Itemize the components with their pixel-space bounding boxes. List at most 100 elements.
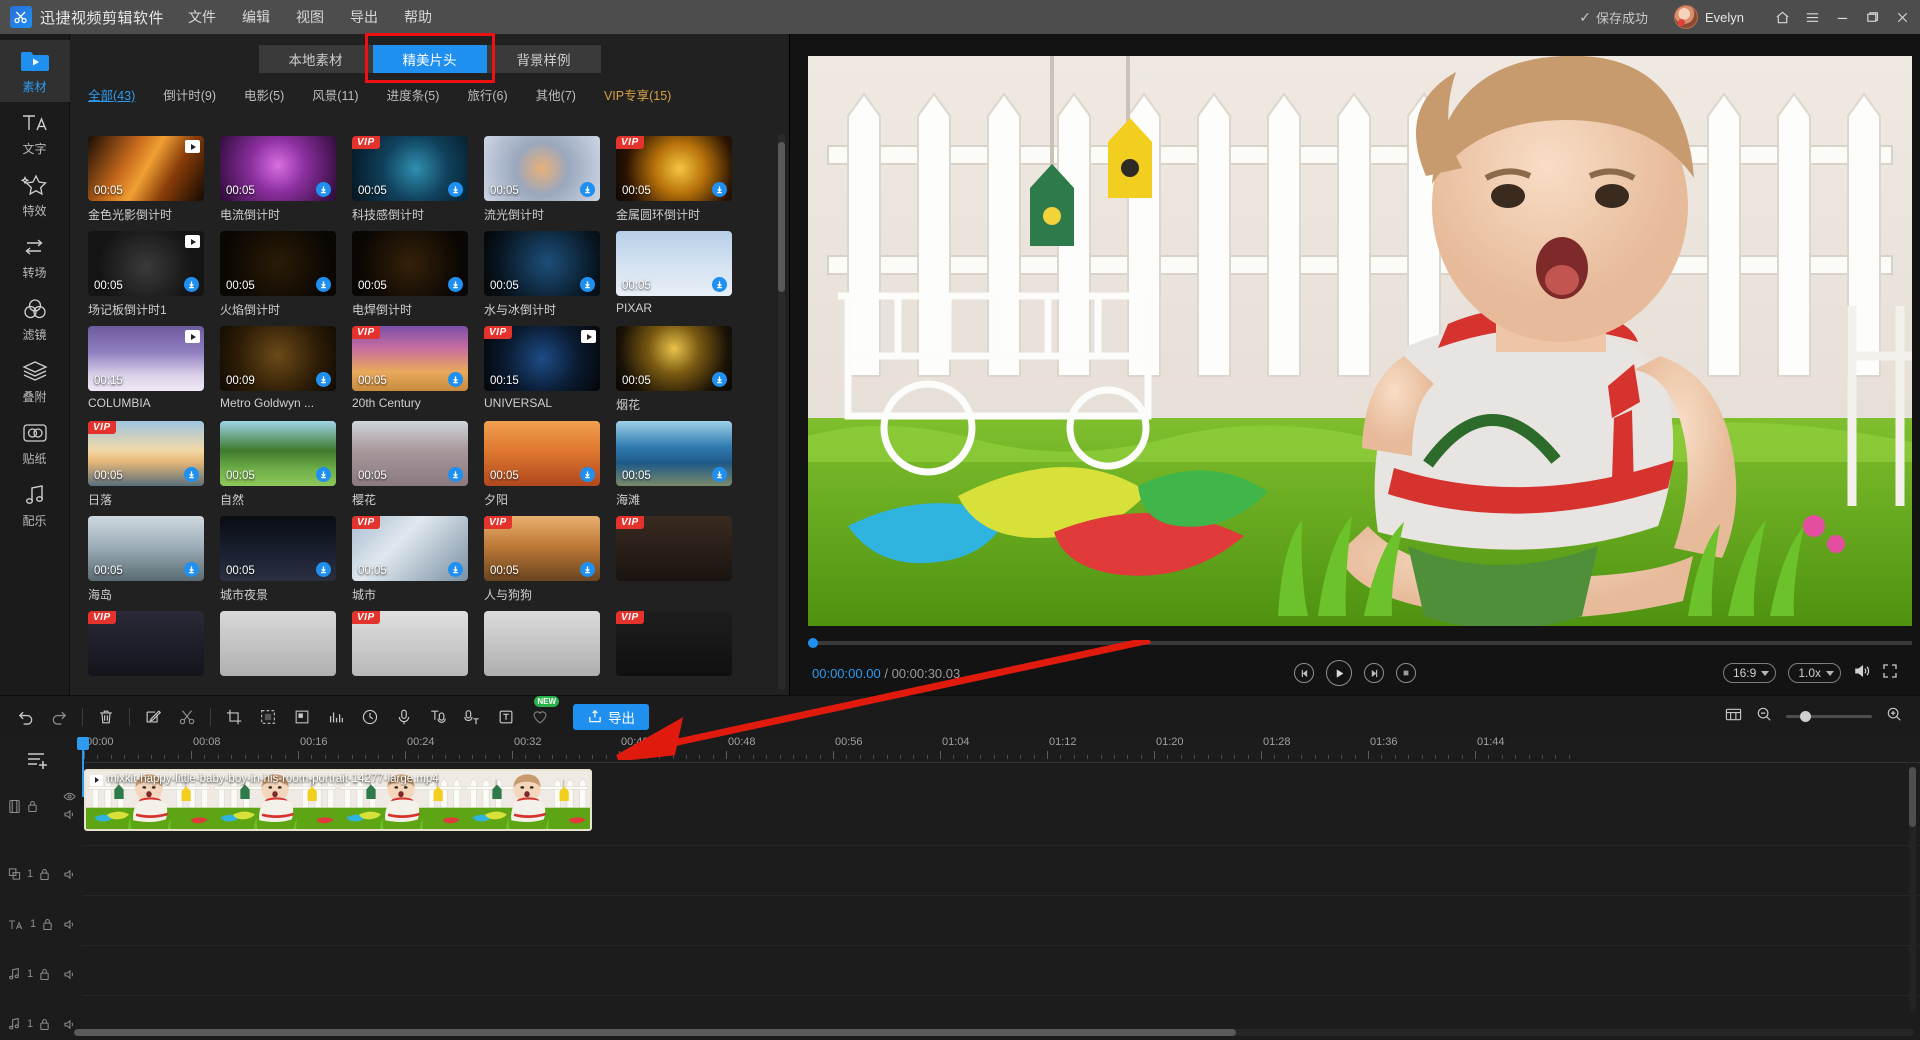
zoom-in-icon[interactable] xyxy=(1886,706,1902,727)
material-thumbnail[interactable]: VIP 00:05 xyxy=(352,516,468,581)
material-thumbnail[interactable]: VIP 00:05 xyxy=(616,136,732,201)
sidebar-item-text[interactable]: 文字 xyxy=(0,102,70,164)
category-movie[interactable]: 电影(5) xyxy=(244,85,284,104)
watermark-button[interactable] xyxy=(285,702,319,732)
material-thumbnail[interactable]: 00:09 xyxy=(220,326,336,391)
category-countdown[interactable]: 倒计时(9) xyxy=(163,85,216,104)
download-icon[interactable] xyxy=(448,562,463,577)
edit-button[interactable] xyxy=(136,702,170,732)
material-thumbnail[interactable]: VIP 00:05 xyxy=(484,516,600,581)
material-thumbnail[interactable]: VIP 00:05 xyxy=(352,326,468,391)
timeline-zoom-slider[interactable] xyxy=(1786,711,1872,722)
download-icon[interactable] xyxy=(316,467,331,482)
material-thumbnail[interactable]: VIP 00:05 xyxy=(352,136,468,201)
timeline-horizontal-scrollbar[interactable] xyxy=(74,1029,1914,1036)
speaker-icon[interactable] xyxy=(63,809,76,820)
menu-help[interactable]: 帮助 xyxy=(402,4,434,30)
aspect-ratio-select[interactable]: 16:9 xyxy=(1722,663,1777,683)
preview-seek-bar[interactable] xyxy=(808,638,1912,648)
play-preview-icon[interactable] xyxy=(185,235,200,248)
download-icon[interactable] xyxy=(184,277,199,292)
sidebar-item-sticker[interactable]: 贴纸 xyxy=(0,412,70,474)
material-card[interactable]: 00:05 水与冰倒计时 xyxy=(484,231,600,318)
material-card[interactable] xyxy=(484,611,600,681)
material-thumbnail[interactable]: VIP 00:05 xyxy=(88,421,204,486)
download-icon[interactable] xyxy=(316,562,331,577)
menu-export[interactable]: 导出 xyxy=(348,4,380,30)
material-card[interactable]: VIP xyxy=(616,611,732,681)
subtitle-button[interactable] xyxy=(489,702,523,732)
download-icon[interactable] xyxy=(448,372,463,387)
material-card[interactable]: VIP xyxy=(352,611,468,681)
hamburger-menu-icon[interactable] xyxy=(1805,10,1820,25)
minimize-icon[interactable] xyxy=(1835,10,1850,25)
download-icon[interactable] xyxy=(184,562,199,577)
delete-button[interactable] xyxy=(89,702,123,732)
stop-icon[interactable] xyxy=(1396,663,1416,683)
material-thumbnail[interactable]: 00:05 xyxy=(616,326,732,391)
play-icon[interactable] xyxy=(1326,660,1352,686)
speaker-icon[interactable] xyxy=(63,1019,76,1030)
download-icon[interactable] xyxy=(316,182,331,197)
material-thumbnail[interactable] xyxy=(220,611,336,676)
material-card[interactable]: 00:15 COLUMBIA xyxy=(88,326,204,413)
speed-select[interactable]: 1.0x xyxy=(1788,663,1841,683)
lock-icon[interactable] xyxy=(27,799,38,813)
material-thumbnail[interactable]: 00:05 xyxy=(352,421,468,486)
download-icon[interactable] xyxy=(712,467,727,482)
sidebar-item-overlay[interactable]: 叠附 xyxy=(0,350,70,412)
play-preview-icon[interactable] xyxy=(581,330,596,343)
audio-wave-button[interactable] xyxy=(319,702,353,732)
material-card[interactable]: VIP 00:05 城市 xyxy=(352,516,468,603)
material-thumbnail[interactable]: VIP xyxy=(616,516,732,581)
voice-to-text-button[interactable] xyxy=(421,702,455,732)
speaker-icon[interactable] xyxy=(63,969,76,980)
lock-icon[interactable] xyxy=(39,1017,50,1031)
material-card[interactable]: 00:05 PIXAR xyxy=(616,231,732,318)
material-card[interactable]: VIP 00:05 科技感倒计时 xyxy=(352,136,468,223)
download-icon[interactable] xyxy=(316,372,331,387)
material-thumbnail[interactable]: VIP xyxy=(352,611,468,676)
material-card[interactable]: 00:05 火焰倒计时 xyxy=(220,231,336,318)
lock-icon[interactable] xyxy=(39,967,50,981)
material-thumbnail[interactable]: 00:05 xyxy=(220,516,336,581)
sidebar-item-effects[interactable]: 特效 xyxy=(0,164,70,226)
crop-button[interactable] xyxy=(217,702,251,732)
timeline-zoom-handle[interactable] xyxy=(1800,711,1811,722)
menu-file[interactable]: 文件 xyxy=(186,4,218,30)
material-card[interactable]: 00:05 电流倒计时 xyxy=(220,136,336,223)
redo-button[interactable] xyxy=(42,702,76,732)
play-preview-icon[interactable] xyxy=(185,140,200,153)
playhead[interactable] xyxy=(77,737,89,797)
category-travel[interactable]: 旅行(6) xyxy=(467,85,507,104)
material-thumbnail[interactable]: 00:05 xyxy=(484,421,600,486)
download-icon[interactable] xyxy=(580,562,595,577)
category-scenery[interactable]: 风景(11) xyxy=(312,85,358,104)
fullscreen-icon[interactable] xyxy=(1882,663,1898,684)
sidebar-item-filters[interactable]: 滤镜 xyxy=(0,288,70,350)
menu-edit[interactable]: 编辑 xyxy=(240,4,272,30)
material-card[interactable] xyxy=(220,611,336,681)
material-thumbnail[interactable]: 00:05 xyxy=(220,136,336,201)
material-thumbnail[interactable]: 00:05 xyxy=(616,421,732,486)
sidebar-item-material[interactable]: 素材 xyxy=(0,40,70,102)
sidebar-item-music[interactable]: 配乐 xyxy=(0,474,70,536)
text-track-icon[interactable] xyxy=(8,918,24,931)
undo-button[interactable] xyxy=(8,702,42,732)
record-button[interactable] xyxy=(387,702,421,732)
tab-local-material[interactable]: 本地素材 xyxy=(258,45,373,73)
material-card[interactable]: 00:05 海滩 xyxy=(616,421,732,508)
volume-icon[interactable] xyxy=(1853,663,1870,684)
download-icon[interactable] xyxy=(316,277,331,292)
category-all[interactable]: 全部(43) xyxy=(88,85,135,104)
lock-icon[interactable] xyxy=(39,867,50,881)
download-icon[interactable] xyxy=(448,182,463,197)
material-card[interactable]: 00:09 Metro Goldwyn ... xyxy=(220,326,336,413)
material-card[interactable]: VIP 00:05 20th Century xyxy=(352,326,468,413)
material-thumbnail[interactable]: 00:15 xyxy=(88,326,204,391)
material-thumbnail[interactable]: 00:05 xyxy=(88,136,204,201)
timeline-vscroll-thumb[interactable] xyxy=(1909,767,1916,827)
preview-seek-handle[interactable] xyxy=(808,638,818,648)
maximize-icon[interactable] xyxy=(1865,10,1880,25)
sidebar-item-transitions[interactable]: 转场 xyxy=(0,226,70,288)
